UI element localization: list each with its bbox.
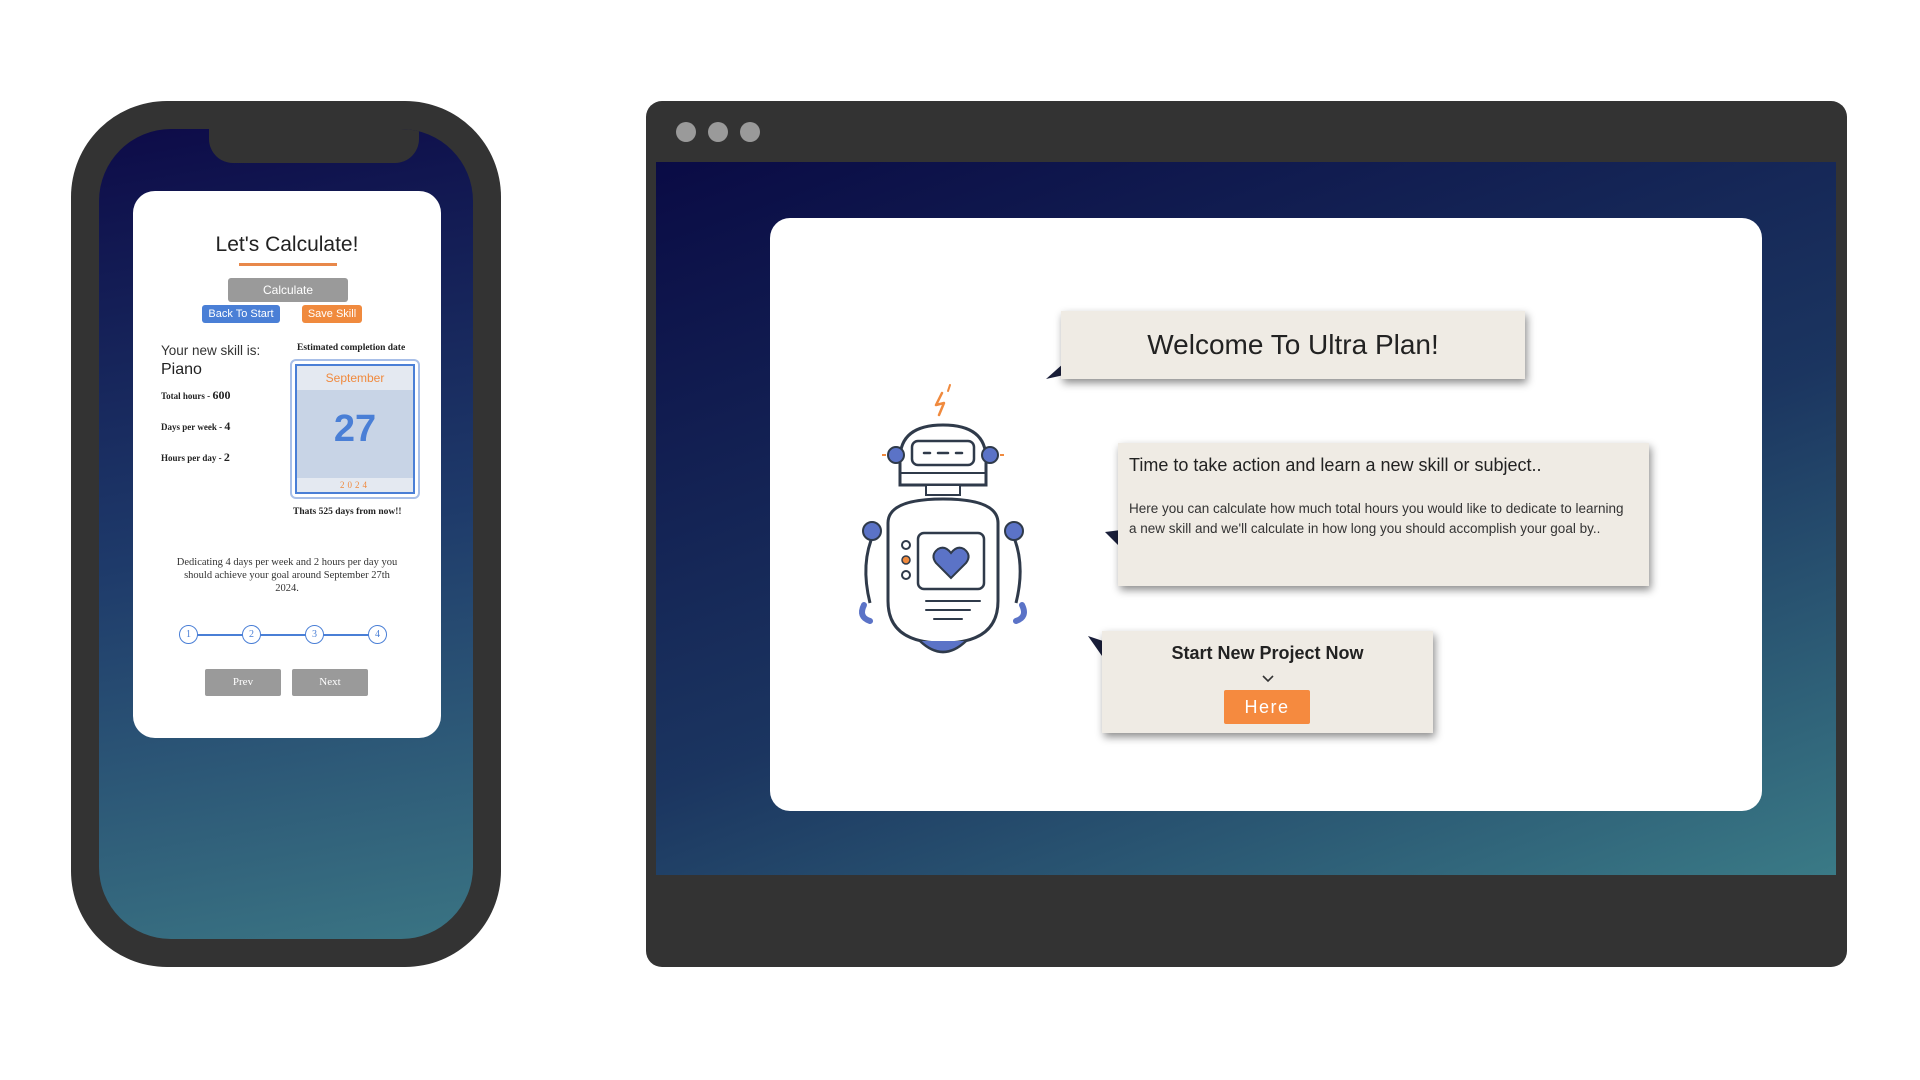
robot-illustration bbox=[859, 384, 1027, 654]
days-from-now: Thats 525 days from now!! bbox=[293, 507, 402, 517]
skill-label: Your new skill is: bbox=[161, 343, 261, 358]
phone-mockup: Let's Calculate! Calculate Back To Start… bbox=[71, 101, 501, 967]
info-bubble: Time to take action and learn a new skil… bbox=[1118, 443, 1649, 586]
calendar-day: 27 bbox=[333, 408, 377, 450]
calendar-page: September 27 2024 bbox=[295, 364, 415, 494]
window-dot-icon bbox=[676, 122, 696, 142]
welcome-heading: Welcome To Ultra Plan! bbox=[1147, 329, 1439, 360]
desktop-mockup: Welcome To Ultra Plan! Time to take acti… bbox=[646, 101, 1847, 967]
calculator-card: Let's Calculate! Calculate Back To Start… bbox=[133, 191, 441, 738]
stat-label: Hours per day - bbox=[161, 453, 224, 463]
welcome-bubble: Welcome To Ultra Plan! bbox=[1061, 311, 1525, 379]
cta-bubble: Start New Project Now Here bbox=[1102, 631, 1433, 733]
step-indicator: 1 2 3 4 bbox=[179, 624, 395, 646]
back-to-start-button[interactable]: Back To Start bbox=[202, 305, 280, 323]
welcome-card: Welcome To Ultra Plan! Time to take acti… bbox=[770, 218, 1762, 811]
total-hours-stat: Total hours - 600 bbox=[161, 388, 230, 403]
desktop-screen: Welcome To Ultra Plan! Time to take acti… bbox=[656, 162, 1836, 875]
step-2[interactable]: 2 bbox=[242, 625, 261, 644]
calendar-year: 2024 bbox=[297, 478, 413, 492]
cta-title: Start New Project Now bbox=[1171, 643, 1364, 663]
info-body: Here you can calculate how much total ho… bbox=[1129, 501, 1624, 536]
stat-label: Total hours - bbox=[161, 391, 213, 401]
calculator-title: Let's Calculate! bbox=[215, 233, 359, 256]
chevron-down-icon bbox=[1262, 675, 1274, 683]
stat-value: 2 bbox=[223, 450, 230, 464]
next-button[interactable]: Next bbox=[292, 669, 368, 696]
calendar-month: September bbox=[297, 366, 413, 390]
days-per-week-stat: Days per week - 4 bbox=[161, 419, 230, 434]
step-line bbox=[189, 634, 385, 636]
phone-screen: Let's Calculate! Calculate Back To Start… bbox=[99, 129, 473, 939]
step-3[interactable]: 3 bbox=[305, 625, 324, 644]
here-button[interactable]: Here bbox=[1224, 690, 1310, 724]
skill-name: Piano bbox=[161, 361, 202, 378]
title-underline bbox=[239, 263, 337, 266]
window-dot-icon bbox=[740, 122, 760, 142]
stat-value: 600 bbox=[212, 388, 231, 402]
phone-notch bbox=[209, 129, 419, 163]
summary-text: Dedicating 4 days per week and 2 hours p… bbox=[176, 557, 398, 594]
calculate-button[interactable]: Calculate bbox=[228, 278, 348, 302]
completion-calendar: September 27 2024 bbox=[290, 359, 420, 499]
window-dot-icon bbox=[708, 122, 728, 142]
estimated-completion-label: Estimated completion date bbox=[297, 343, 406, 353]
stat-label: Days per week - bbox=[161, 422, 225, 432]
step-1[interactable]: 1 bbox=[179, 625, 198, 644]
save-skill-button[interactable]: Save Skill bbox=[302, 305, 362, 323]
hours-per-day-stat: Hours per day - 2 bbox=[161, 450, 230, 465]
prev-button[interactable]: Prev bbox=[205, 669, 281, 696]
stat-value: 4 bbox=[224, 419, 231, 433]
step-4[interactable]: 4 bbox=[368, 625, 387, 644]
info-heading: Time to take action and learn a new skil… bbox=[1129, 455, 1542, 475]
